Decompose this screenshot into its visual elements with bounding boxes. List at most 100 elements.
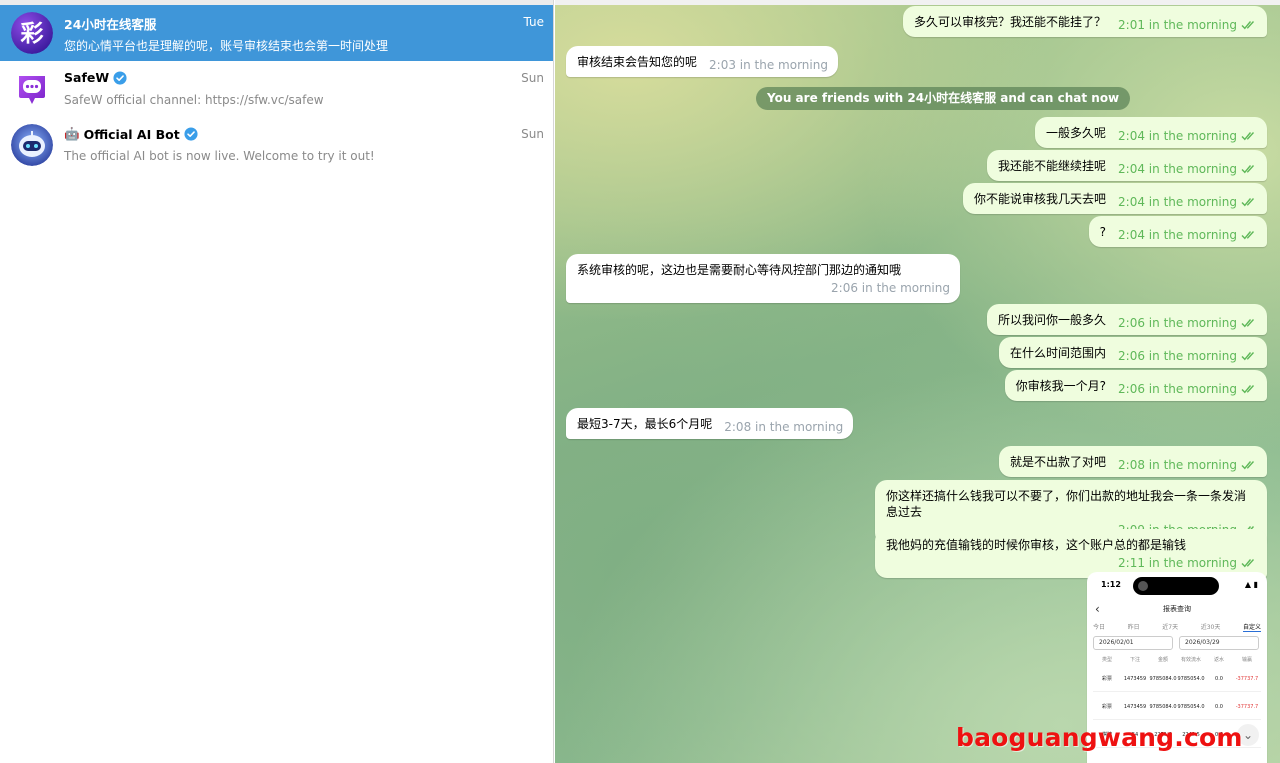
message-meta: 2:06 in the morning bbox=[1118, 381, 1257, 397]
message-outgoing[interactable]: 所以我问你一般多久 2:06 in the morning bbox=[987, 304, 1267, 335]
message-meta: 2:04 in the morning bbox=[1118, 128, 1257, 144]
message-text: 审核结束会告知您的呢 bbox=[577, 55, 698, 69]
message-text: 一般多久呢 bbox=[1046, 126, 1107, 140]
chat-name-prefix-emoji: 🤖 bbox=[64, 126, 80, 141]
message-meta: 2:06 in the morning bbox=[1118, 315, 1257, 331]
message-outgoing[interactable]: 我他妈的充值输钱的时候你审核，这个账户总的都是输钱 2:11 in the mo… bbox=[875, 529, 1267, 578]
chat-preview: The official AI bot is now live. Welcome… bbox=[64, 149, 375, 163]
message-meta: 2:04 in the morning bbox=[1118, 194, 1257, 210]
message-text: 所以我问你一般多久 bbox=[998, 313, 1107, 327]
message-text: 你这样还搞什么钱我可以不要了，你们出款的地址我会一条一条发消息过去 bbox=[886, 489, 1247, 519]
message-outgoing[interactable]: 一般多久呢 2:04 in the morning bbox=[1035, 117, 1267, 148]
message-time: 2:01 in the morning bbox=[1118, 18, 1237, 32]
chat-item-safew[interactable]: SafeW Sun SafeW official channel: https:… bbox=[0, 61, 553, 117]
message-text: 最短3-7天，最长6个月呢 bbox=[577, 417, 713, 431]
double-check-icon bbox=[1241, 198, 1255, 207]
report-date-from: 2026/02/01 bbox=[1093, 636, 1173, 650]
message-time: 2:08 in the morning bbox=[724, 420, 844, 434]
date-from-value: 2026/02/01 bbox=[1099, 639, 1134, 646]
chat-name: 24小时在线客服 bbox=[64, 17, 157, 32]
message-meta: 2:04 in the morning bbox=[1118, 161, 1257, 177]
chat-item-support[interactable]: 彩 24小时在线客服 Tue 您的心情平台也是理解的呢，账号审核结束也会第一时间… bbox=[0, 5, 553, 61]
double-check-icon bbox=[1241, 559, 1255, 568]
chat-title: SafeW bbox=[64, 70, 127, 85]
report-date-to: 2026/03/29 bbox=[1179, 636, 1259, 650]
message-time: 2:04 in the morning bbox=[1118, 228, 1237, 242]
message-outgoing[interactable]: 多久可以审核完？我还能不能挂了？ 2:01 in the morning bbox=[903, 6, 1267, 37]
chat-name: SafeW bbox=[64, 70, 110, 85]
message-incoming[interactable]: 最短3-7天，最长6个月呢 2:08 in the morning bbox=[566, 408, 854, 439]
report-tab: 今日 bbox=[1093, 624, 1106, 631]
message-time: 2:11 in the morning bbox=[1118, 556, 1237, 570]
chat-name: Official AI Bot bbox=[83, 126, 180, 142]
message-text: ? bbox=[1099, 225, 1107, 239]
message-outgoing[interactable]: 我还能不能继续挂呢 2:04 in the morning bbox=[987, 150, 1267, 181]
report-row: 彩票 1473459 9785084.0 9785054.0 0.0 -3773… bbox=[1093, 694, 1261, 720]
double-check-icon bbox=[1241, 352, 1255, 361]
service-message: You are friends with 24小时在线客服 and can ch… bbox=[756, 87, 1131, 110]
cell: -37737.7 bbox=[1235, 703, 1259, 710]
column-header: 金额 bbox=[1157, 657, 1168, 663]
phone-dynamic-island bbox=[1133, 577, 1219, 595]
double-check-icon bbox=[1241, 385, 1255, 394]
message-text: 你不能说审核我几天去吧 bbox=[974, 192, 1107, 206]
chat-item-ai-bot[interactable]: 🤖 Official AI Bot Sun The official AI bo… bbox=[0, 117, 553, 173]
double-check-icon bbox=[1241, 21, 1255, 30]
message-text: 我还能不能继续挂呢 bbox=[998, 159, 1107, 173]
report-tab: 近30天 bbox=[1200, 624, 1221, 631]
column-header: 有效流水 bbox=[1180, 657, 1201, 663]
report-tab: 昨日 bbox=[1127, 624, 1140, 631]
phone-status-icons: ▲ ▮ bbox=[1244, 580, 1258, 589]
report-tabs: 今日 昨日 近7天 近30天 自定义 bbox=[1093, 622, 1261, 632]
support-avatar-glyph-icon: 彩 bbox=[11, 12, 53, 54]
chat-history-panel[interactable]: 多久可以审核完？我还能不能挂了？ 2:01 in the morning 审核结束… bbox=[555, 0, 1280, 763]
chat-date: Sun bbox=[521, 71, 544, 85]
cell: 0.0 bbox=[1215, 675, 1223, 682]
message-meta: 2:06 in the morning bbox=[1118, 348, 1257, 364]
avatar-glyph: 彩 bbox=[20, 21, 44, 47]
report-tab-active: 自定义 bbox=[1242, 624, 1261, 632]
message-meta: 2:08 in the morning bbox=[724, 419, 843, 435]
message-time: 2:06 in the morning bbox=[1118, 382, 1237, 396]
chat-bubble-icon bbox=[11, 68, 53, 110]
message-outgoing[interactable]: 在什么时间范围内 2:06 in the morning bbox=[999, 337, 1267, 368]
message-meta: 2:06 in the morning bbox=[577, 280, 950, 296]
cell: 9785084.0 bbox=[1149, 703, 1177, 710]
message-time: 2:06 in the morning bbox=[1118, 349, 1237, 363]
column-header: 类型 bbox=[1101, 657, 1112, 663]
cell: 1473459 bbox=[1123, 703, 1147, 710]
message-meta: 2:03 in the morning bbox=[709, 57, 828, 73]
report-row: 彩票 1473459 9785084.0 9785054.0 0.0 -3773… bbox=[1093, 666, 1261, 692]
message-time: 2:04 in the morning bbox=[1118, 195, 1237, 209]
column-header: 输赢 bbox=[1241, 657, 1252, 663]
cell: 1473459 bbox=[1123, 675, 1147, 682]
message-outgoing[interactable]: ? 2:04 in the morning bbox=[1088, 216, 1267, 247]
ai-bot-avatar bbox=[11, 124, 53, 166]
message-time: 2:06 in the morning bbox=[1118, 316, 1237, 330]
chat-date: Tue bbox=[523, 15, 545, 29]
verified-badge-icon bbox=[113, 70, 127, 85]
message-meta: 2:04 in the morning bbox=[1118, 227, 1257, 243]
chat-title: 🤖 Official AI Bot bbox=[64, 126, 198, 142]
message-outgoing[interactable]: 你审核我一个月? 2:06 in the morning bbox=[1004, 370, 1267, 401]
chat-date: Sun bbox=[521, 127, 544, 141]
double-check-icon bbox=[1241, 319, 1255, 328]
message-outgoing[interactable]: 你不能说审核我几天去吧 2:04 in the morning bbox=[963, 183, 1267, 214]
message-incoming[interactable]: 审核结束会告知您的呢 2:03 in the morning bbox=[566, 46, 838, 77]
message-incoming[interactable]: 系统审核的呢，这边也是需要耐心等待风控部门那边的通知哦 2:06 in the … bbox=[566, 254, 960, 303]
message-time: 2:08 in the morning bbox=[1118, 458, 1237, 472]
message-time: 2:03 in the morning bbox=[709, 58, 828, 72]
message-text: 多久可以审核完？我还能不能挂了？ bbox=[914, 15, 1107, 29]
chat-preview: 您的心情平台也是理解的呢，账号审核结束也会第一时间处理 bbox=[64, 39, 389, 53]
message-meta: 2:11 in the morning bbox=[886, 555, 1257, 571]
robot-icon bbox=[11, 124, 53, 166]
double-check-icon bbox=[1241, 231, 1255, 240]
message-text: 你审核我一个月? bbox=[1015, 379, 1107, 393]
column-header: 下注 bbox=[1129, 657, 1140, 663]
message-outgoing[interactable]: 就是不出款了对吧 2:08 in the morning bbox=[999, 446, 1267, 477]
report-title: 报表查询 bbox=[1163, 605, 1191, 613]
chat-preview: SafeW official channel: https://sfw.vc/s… bbox=[64, 93, 324, 107]
message-text: 就是不出款了对吧 bbox=[1010, 455, 1107, 469]
message-time: 2:04 in the morning bbox=[1118, 162, 1237, 176]
camera-icon bbox=[1138, 581, 1148, 591]
